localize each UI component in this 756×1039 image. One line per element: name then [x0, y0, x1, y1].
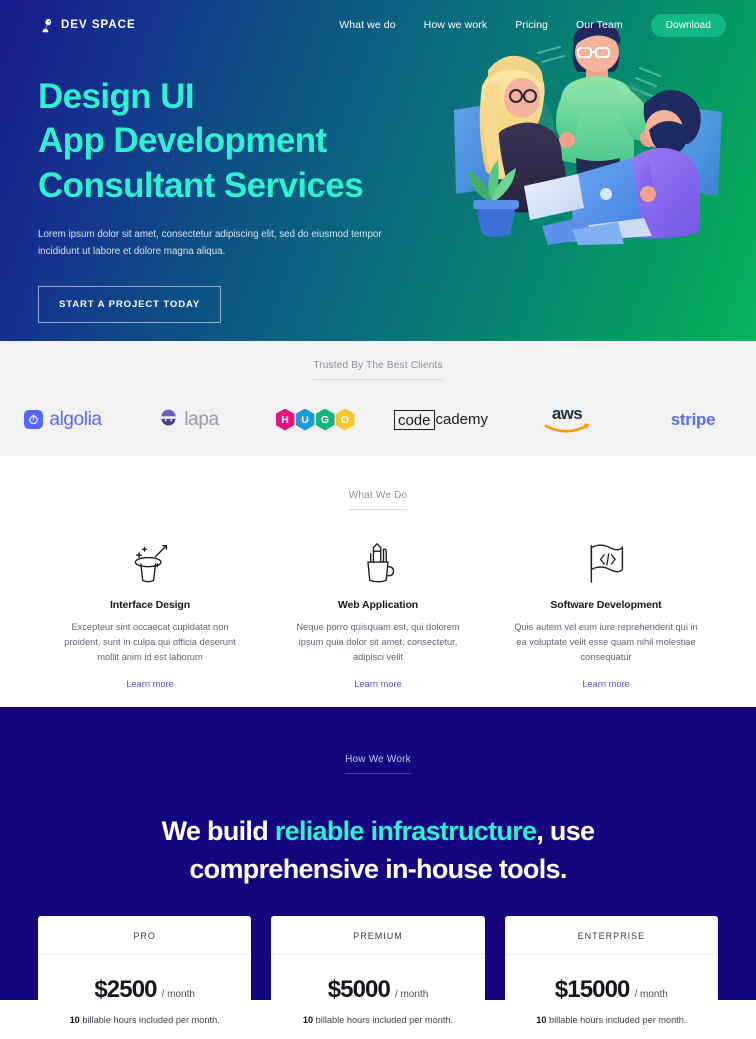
- service-title: Web Application: [337, 599, 419, 611]
- lapa-icon: [159, 408, 178, 432]
- service-card-software-development: Software Development Quis autem vel eum …: [492, 540, 720, 692]
- plan-note: 10 billable hours included per month.: [505, 1015, 718, 1039]
- client-logo-algolia: algolia: [0, 409, 126, 431]
- plan-name: ENTERPRISE: [504, 916, 718, 955]
- lapa-label: lapa: [184, 408, 219, 430]
- how-we-work-heading: We build reliable infrastructure, use co…: [0, 812, 756, 889]
- logo-text: DEV SPACE: [61, 19, 136, 31]
- service-card-interface-design: Interface Design Excepteur sint occaecat…: [36, 540, 264, 692]
- plan-note-text: billable hours included per month.: [546, 1014, 687, 1025]
- learn-more-link[interactable]: Learn more: [582, 679, 630, 689]
- heading-accent: reliable infrastructure: [274, 816, 537, 846]
- plan-hours: 10: [302, 1014, 314, 1025]
- service-card-web-application: Web Application Neque porro quisquam est…: [264, 540, 492, 692]
- service-text: Quis autem vel eum iure reprehenderit qu…: [514, 622, 698, 663]
- what-we-do-eyebrow: What We Do: [348, 490, 408, 510]
- hugo-letter-u: U: [295, 408, 315, 431]
- hero-title-line-3: Consultant Services: [38, 165, 364, 205]
- learn-more-link[interactable]: Learn more: [354, 679, 402, 689]
- hero-section: DEV SPACE What we do How we work Pricing…: [0, 0, 756, 341]
- pricing-cards: PRO $2500 / month 10 billable hours incl…: [0, 915, 756, 1039]
- how-we-work-eyebrow: How We Work: [345, 754, 411, 774]
- nav-link-what-we-do[interactable]: What we do: [339, 19, 395, 31]
- client-logo-lapa: lapa: [126, 408, 252, 432]
- client-logo-aws: aws: [504, 405, 630, 434]
- aws-label: aws: [551, 404, 583, 423]
- pricing-card-pro[interactable]: PRO $2500 / month 10 billable hours incl…: [38, 915, 252, 1039]
- plan-price: $15000: [554, 975, 631, 1003]
- service-text: Neque porro quisquam est, qui dolorem ip…: [296, 622, 460, 663]
- nav-link-pricing[interactable]: Pricing: [515, 19, 548, 31]
- plan-note-text: billable hours included per month.: [313, 1014, 454, 1025]
- code-flag-icon: [506, 540, 706, 584]
- how-we-work-section: How We Work We build reliable infrastruc…: [0, 707, 756, 1039]
- aws-smile-icon: [544, 423, 590, 433]
- codecademy-boxed-label: code: [393, 409, 435, 430]
- plan-period: / month: [161, 988, 195, 1000]
- hero-title-line-2: App Development: [38, 121, 327, 161]
- heading-part-1: We build: [161, 816, 275, 846]
- hugo-letter-o: O: [335, 408, 355, 431]
- plan-note: 10 billable hours included per month.: [271, 1015, 484, 1039]
- hugo-letter-h: H: [275, 408, 295, 431]
- nav-links: What we do How we work Pricing Our Team …: [339, 13, 726, 37]
- logo[interactable]: DEV SPACE: [38, 17, 136, 34]
- client-logo-row: algolia lapa H U G O code cademy aws str…: [0, 405, 756, 434]
- client-logo-hugo: H U G O: [252, 408, 378, 431]
- plan-note: 10 billable hours included per month.: [38, 1015, 251, 1039]
- clients-section: Trusted By The Best Clients algolia lapa…: [0, 341, 756, 456]
- service-cards: Interface Design Excepteur sint occaecat…: [0, 540, 756, 692]
- plan-hours: 10: [69, 1014, 80, 1025]
- nav-link-our-team[interactable]: Our Team: [576, 19, 623, 31]
- client-logo-codecademy: code cademy: [378, 409, 504, 430]
- hero-title-line-1: Design UI: [38, 77, 195, 116]
- service-text: Excepteur sint occaecat cupidatat non pr…: [64, 622, 236, 663]
- algolia-icon: [24, 410, 44, 429]
- learn-more-link[interactable]: Learn more: [126, 679, 174, 689]
- pricing-card-premium[interactable]: PREMIUM $5000 / month 10 billable hours …: [271, 915, 485, 1039]
- pencil-cup-icon: [278, 540, 478, 584]
- plan-price: $2500: [94, 975, 157, 1003]
- plan-name: PREMIUM: [271, 916, 485, 955]
- client-logo-stripe: stripe: [630, 410, 756, 430]
- plan-name: PRO: [38, 916, 252, 955]
- codecademy-label: cademy: [435, 411, 489, 428]
- service-title: Interface Design: [109, 599, 191, 611]
- hugo-hexagons: H U G O: [275, 408, 355, 431]
- hero-title: Design UI App Development Consultant Ser…: [38, 75, 438, 208]
- rocket-bird-icon: [38, 17, 55, 34]
- main-navbar: DEV SPACE What we do How we work Pricing…: [0, 0, 756, 50]
- start-project-button[interactable]: START A PROJECT TODAY: [38, 286, 222, 324]
- plan-hours: 10: [536, 1014, 547, 1025]
- plan-price: $5000: [327, 975, 391, 1003]
- nav-link-how-we-work[interactable]: How we work: [424, 19, 488, 31]
- pricing-card-enterprise[interactable]: ENTERPRISE $15000 / month 10 billable ho…: [504, 915, 718, 1039]
- heading-line-2: comprehensive in-house tools.: [189, 854, 567, 885]
- hero-paragraph: Lorem ipsum dolor sit amet, consectetur …: [38, 229, 382, 257]
- service-title: Software Development: [550, 599, 662, 611]
- download-button[interactable]: Download: [650, 13, 726, 37]
- algolia-label: algolia: [49, 408, 102, 430]
- stripe-label: stripe: [670, 409, 716, 429]
- plan-period: / month: [634, 988, 668, 1000]
- hugo-letter-g: G: [315, 408, 335, 431]
- heading-part-2: , use: [536, 816, 595, 846]
- plan-note-text: billable hours included per month.: [79, 1014, 220, 1025]
- plan-period: / month: [394, 988, 429, 1000]
- clients-eyebrow: Trusted By The Best Clients: [313, 360, 443, 380]
- what-we-do-section: What We Do Interface Design Excepteur si…: [0, 456, 756, 707]
- magic-hat-wand-icon: [50, 540, 250, 584]
